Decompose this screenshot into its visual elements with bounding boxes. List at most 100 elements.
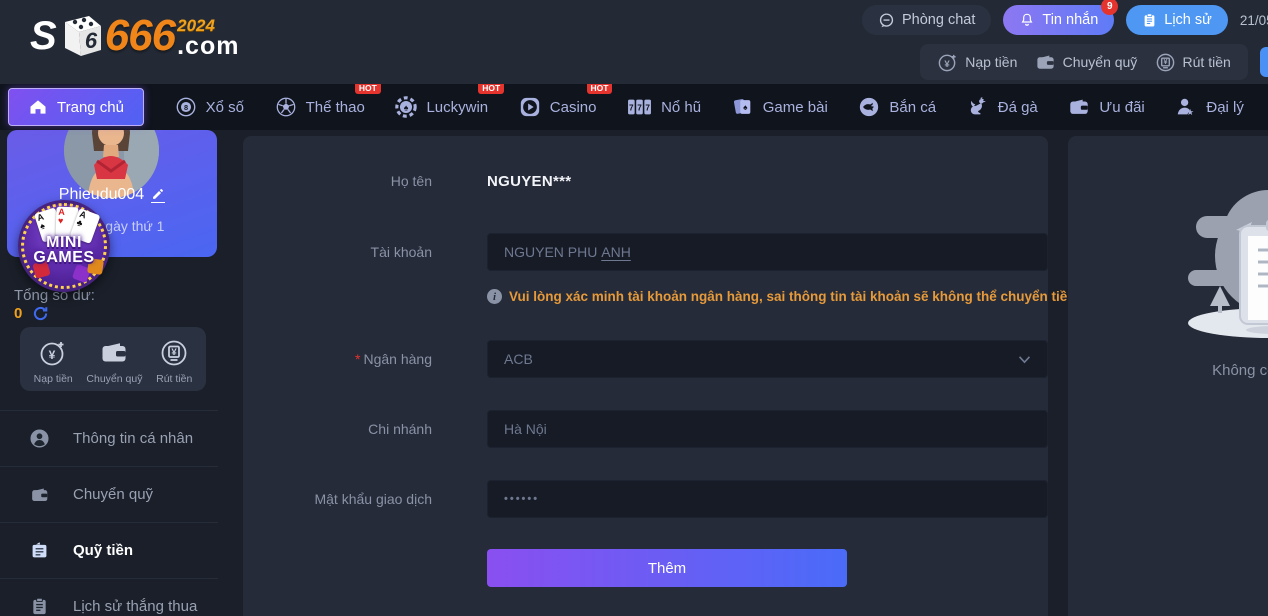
- mini-games-badge[interactable]: A♠ A♥ A♣ MINI GAMES: [18, 200, 110, 292]
- promo-wallet-icon: [1068, 96, 1090, 118]
- agent-person-icon: ★: [1175, 96, 1197, 118]
- clipboard-icon: [1142, 13, 1157, 28]
- atm-icon: ¥: [1155, 52, 1176, 73]
- top-bar: S 6 666 2024 .com Phòng chat: [0, 0, 1268, 84]
- svg-text:8: 8: [184, 103, 188, 112]
- person-icon: [30, 429, 49, 448]
- deposit-button[interactable]: ¥ Nạp tiền: [937, 52, 1017, 73]
- sidebar-item-funds[interactable]: Quỹ tiền: [0, 522, 218, 578]
- required-mark: *: [355, 351, 360, 367]
- slots-777-icon: 7 7 7: [627, 96, 652, 118]
- sidebar: Phieudu004 ngày thứ 1 A♠ A♥ A♣ MINI GAME…: [0, 130, 218, 616]
- bell-icon: [1019, 12, 1035, 28]
- account-input[interactable]: NGUYEN PHU ANH: [487, 233, 1048, 271]
- chat-icon: [878, 12, 895, 29]
- name-value: NGUYEN***: [487, 173, 847, 190]
- branch-row: Chi nhánh: [243, 410, 1048, 448]
- bank-label: *Ngân hàng: [243, 351, 432, 367]
- account-label: Tài khoản: [243, 244, 432, 260]
- svg-text:7: 7: [637, 103, 642, 112]
- empty-history-text: Không có lịch sử: [1068, 362, 1268, 379]
- clipped-edge-button[interactable]: [1260, 47, 1268, 77]
- messages-badge: 9: [1101, 0, 1118, 15]
- poker-chip-icon: ♠: [395, 96, 417, 118]
- lottery-ball-icon: 8: [175, 96, 197, 118]
- info-icon: i: [487, 289, 502, 304]
- fund-card-icon: [30, 541, 49, 560]
- wallet-quick-actions: ¥ Nạp tiền Chuyển quỹ ¥: [920, 44, 1248, 80]
- transaction-password-input[interactable]: [487, 480, 1048, 518]
- sidebar-transfer-button[interactable]: Chuyển quỹ: [86, 338, 142, 385]
- soccer-ball-icon: [275, 96, 297, 118]
- svg-text:6: 6: [85, 28, 98, 53]
- nav-item-sports[interactable]: HOT Thể thao: [275, 96, 365, 118]
- nav-item-lottery[interactable]: 8 Xổ số: [175, 96, 244, 118]
- topbar-actions: Phòng chat Tin nhắn 9 Lịch sử: [862, 4, 1268, 36]
- branch-label: Chi nhánh: [243, 421, 432, 437]
- refresh-balance-icon[interactable]: [32, 305, 49, 322]
- transfer-button[interactable]: Chuyển quỹ: [1035, 52, 1138, 73]
- history-panel: Không có lịch sử: [1068, 136, 1268, 616]
- atm-icon: ¥: [159, 338, 189, 368]
- play-icon: [519, 96, 541, 118]
- chat-room-button[interactable]: Phòng chat: [862, 5, 991, 35]
- playing-cards-icon: ♠: [732, 96, 754, 118]
- nav-item-fishing[interactable]: Bắn cá: [858, 96, 936, 118]
- svg-text:¥: ¥: [49, 348, 56, 362]
- current-date: 21/05/202: [1240, 13, 1268, 28]
- bank-select[interactable]: ACB: [487, 340, 1048, 378]
- empty-state-illustration: [1148, 178, 1268, 348]
- site-logo[interactable]: S 6 666 2024 .com: [30, 8, 239, 64]
- edit-username-icon[interactable]: [151, 187, 165, 203]
- username-row: Phieudu004: [7, 186, 217, 204]
- history-button[interactable]: Lịch sử: [1126, 5, 1228, 35]
- sidebar-withdraw-button[interactable]: ¥ Rút tiền: [156, 338, 192, 385]
- svg-text:¥: ¥: [172, 346, 178, 357]
- svg-text:♠: ♠: [743, 103, 748, 112]
- home-icon: [28, 97, 48, 117]
- svg-text:¥: ¥: [945, 58, 951, 69]
- submit-row: Thêm: [243, 549, 1048, 587]
- svg-text:¥: ¥: [1163, 58, 1167, 66]
- logo-tld: .com: [177, 34, 239, 59]
- svg-text:7: 7: [629, 103, 634, 112]
- dice-icon: 6: [51, 8, 107, 64]
- coin-icon: ¥: [38, 338, 68, 368]
- chevron-down-icon: [1018, 355, 1031, 364]
- sidebar-item-transfer[interactable]: Chuyển quỹ: [0, 466, 218, 522]
- rooster-icon: [967, 96, 989, 118]
- page: S 6 666 2024 .com Phòng chat: [0, 0, 1268, 616]
- wallet-icon: [99, 338, 129, 368]
- branch-input[interactable]: [487, 410, 1048, 448]
- account-row: Tài khoản NGUYEN PHU ANH: [243, 233, 1048, 271]
- sidebar-item-win-loss-history[interactable]: Lịch sử thắng thua: [0, 578, 218, 616]
- wallet-icon: [30, 485, 49, 504]
- sidebar-deposit-button[interactable]: ¥ Nạp tiền: [34, 338, 73, 385]
- nav-item-casino[interactable]: HOT Casino: [519, 96, 597, 118]
- bank-account-form: Họ tên NGUYEN*** Tài khoản NGUYEN PHU AN…: [243, 136, 1048, 616]
- nav-item-cards[interactable]: ♠ Game bài: [732, 96, 828, 118]
- svg-text:★: ★: [1187, 108, 1194, 117]
- messages-button[interactable]: Tin nhắn 9: [1003, 5, 1114, 35]
- nav-item-promotions[interactable]: Ưu đãi: [1068, 96, 1144, 118]
- balance-row: 0: [14, 305, 49, 322]
- sidebar-menu: Thông tin cá nhân Chuyển quỹ Quỹ: [0, 410, 218, 616]
- history-clipboard-icon: [30, 597, 49, 616]
- password-label: Mật khẩu giao dịch: [243, 491, 432, 507]
- nav-item-agent[interactable]: ★ Đại lý: [1175, 96, 1244, 118]
- withdraw-button[interactable]: ¥ Rút tiền: [1155, 52, 1231, 73]
- main-nav: Trang chủ 8 Xổ số HOT Thể thao HOT ♠: [0, 84, 1268, 130]
- add-button[interactable]: Thêm: [487, 549, 847, 587]
- bank-selected-value: ACB: [504, 351, 533, 367]
- nav-item-luckywin[interactable]: HOT ♠ Luckywin: [395, 96, 488, 118]
- logo-brand: 666: [105, 11, 175, 61]
- sidebar-item-personal-info[interactable]: Thông tin cá nhân: [0, 410, 218, 466]
- sidebar-quick-actions: ¥ Nạp tiền Chuyển quỹ ¥: [20, 327, 206, 391]
- nav-item-slots[interactable]: 7 7 7 Nổ hũ: [627, 96, 701, 118]
- nav-item-cockfight[interactable]: Đá gà: [967, 96, 1038, 118]
- mini-games-label: MINI GAMES: [22, 235, 106, 265]
- wallet-icon: [1035, 52, 1056, 73]
- name-label: Họ tên: [243, 173, 432, 189]
- fish-icon: [858, 96, 880, 118]
- nav-item-home[interactable]: Trang chủ: [8, 88, 144, 126]
